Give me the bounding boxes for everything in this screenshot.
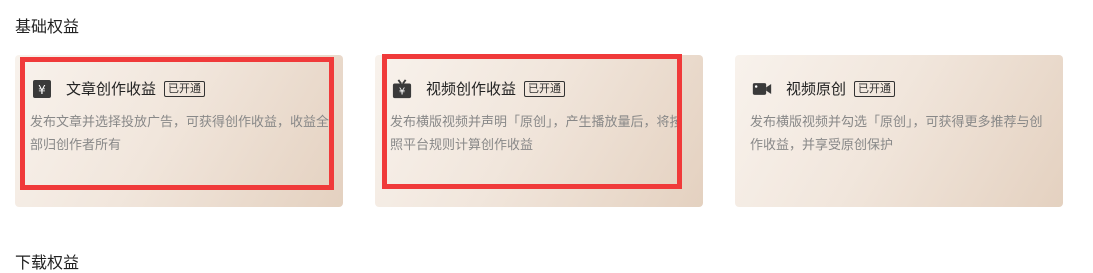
video-camera-icon: [752, 79, 772, 99]
status-badge: 已开通: [854, 81, 896, 97]
card-video-original[interactable]: 视频原创 已开通 发布横版视频并勾选「原创」，可获得更多推荐与创作收益，并享受原…: [735, 55, 1063, 207]
highlight-box-video-income: [382, 54, 682, 189]
section-title-basic-rights: 基础权益: [15, 17, 80, 36]
section-title-next: 下载权益: [15, 253, 80, 272]
card-title: 视频原创: [786, 80, 847, 98]
card-description: 发布横版视频并勾选「原创」，可获得更多推荐与创作收益，并享受原创保护: [750, 115, 1043, 153]
highlight-box-article-income: [20, 57, 334, 190]
